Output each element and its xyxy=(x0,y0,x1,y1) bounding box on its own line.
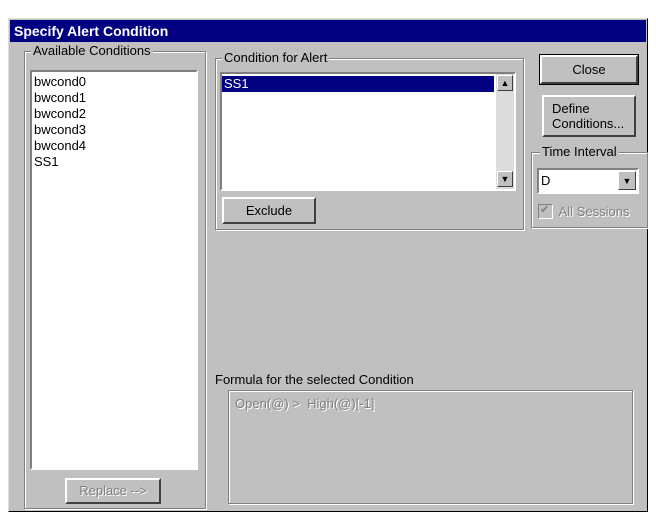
exclude-button[interactable]: Exclude xyxy=(222,197,316,224)
define-conditions-button[interactable]: Define Conditions... xyxy=(542,95,636,137)
list-item-selected[interactable]: SS1 xyxy=(222,76,494,92)
list-item[interactable]: bwcond0 xyxy=(32,74,196,90)
list-item[interactable]: bwcond3 xyxy=(32,122,196,138)
time-interval-select[interactable]: D ▼ xyxy=(537,168,639,194)
dialog-title: Specify Alert Condition xyxy=(10,20,646,42)
time-interval-label: Time Interval xyxy=(540,144,619,160)
available-conditions-label: Available Conditions xyxy=(31,43,153,59)
list-item[interactable]: bwcond4 xyxy=(32,138,196,154)
close-button[interactable]: Close xyxy=(539,54,639,85)
list-item[interactable]: bwcond2 xyxy=(32,106,196,122)
condition-for-alert-label: Condition for Alert xyxy=(222,50,330,66)
scroll-down-icon[interactable]: ▼ xyxy=(497,171,513,187)
all-sessions-checkbox[interactable]: ✔ All Sessions xyxy=(538,203,630,220)
scroll-up-icon[interactable]: ▲ xyxy=(497,75,513,91)
dropdown-icon[interactable]: ▼ xyxy=(618,171,636,190)
define-conditions-line1: Define xyxy=(552,101,590,116)
condition-for-alert-list[interactable]: SS1 ▲ ▼ xyxy=(220,72,516,191)
list-item[interactable]: bwcond1 xyxy=(32,90,196,106)
formula-text: Open(@) > High(@)[-1] xyxy=(235,396,375,411)
replace-button[interactable]: Replace --> xyxy=(65,478,161,504)
formula-box: Open(@) > High(@)[-1] xyxy=(228,390,633,504)
define-conditions-line2: Conditions... xyxy=(552,116,625,131)
time-interval-value: D xyxy=(541,173,551,188)
available-conditions-list[interactable]: bwcond0 bwcond1 bwcond2 bwcond3 bwcond4 … xyxy=(30,70,198,470)
list-item[interactable]: SS1 xyxy=(32,154,196,170)
check-icon: ✔ xyxy=(540,204,550,217)
formula-label: Formula for the selected Condition xyxy=(215,372,414,387)
all-sessions-label: All Sessions xyxy=(558,204,630,220)
vertical-scrollbar[interactable]: ▲ ▼ xyxy=(496,74,514,189)
checkbox-box[interactable]: ✔ xyxy=(538,204,553,220)
